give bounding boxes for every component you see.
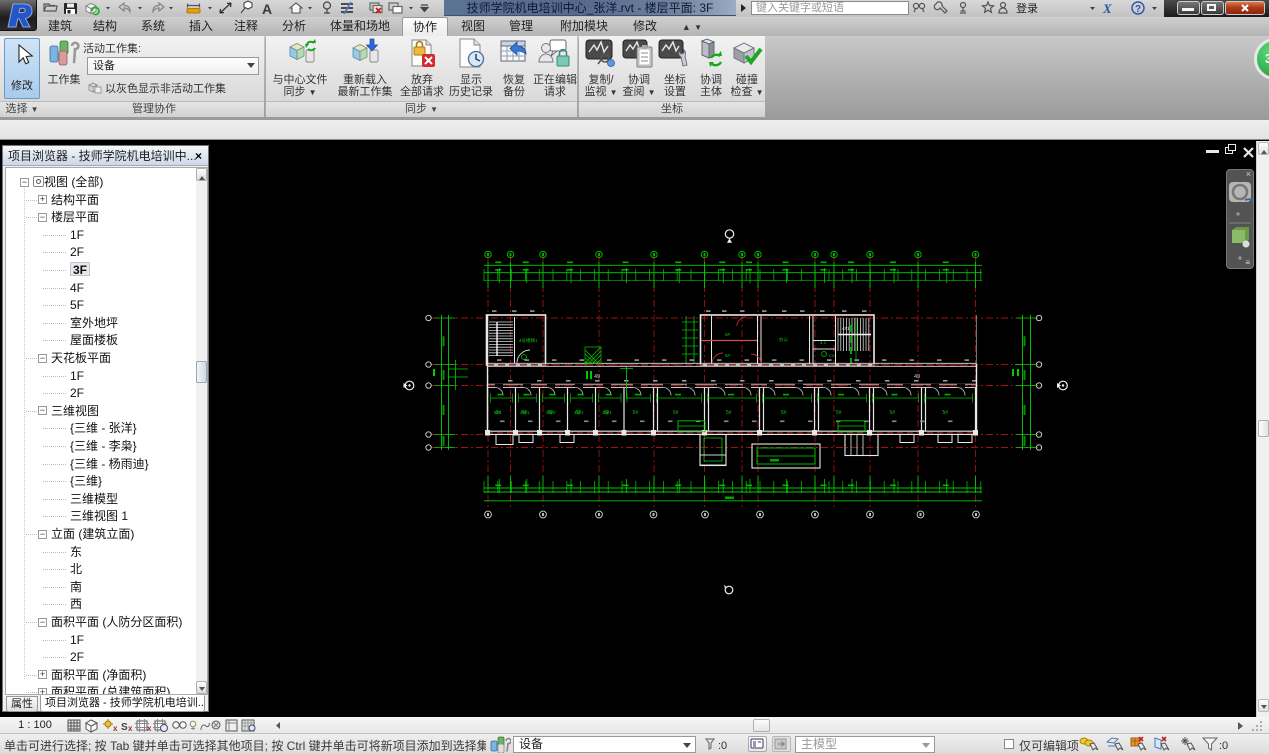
svg-text:办公: 办公 [779,336,788,343]
svg-text:5#: 5# [781,410,787,416]
svg-text:x: x [147,724,152,733]
svg-text:4.1: 4.1 [820,340,827,345]
svg-text:5#: 5# [725,353,731,358]
svg-text:5#: 5# [890,410,896,416]
svg-text:?: ? [1135,4,1141,15]
svg-text:C2: C2 [829,353,835,358]
svg-text:5#: 5# [673,410,679,416]
svg-text:x: x [113,724,118,733]
svg-text::0: :0 [718,740,727,752]
svg-text:5#1: 5#1 [494,410,502,415]
svg-text:X: X [1102,1,1112,16]
svg-text:5#: 5# [726,410,732,416]
svg-text:5#: 5# [836,410,842,416]
svg-text:4#1: 4#1 [842,326,850,331]
svg-text:登录: 登录 [1016,1,1038,15]
svg-text:49: 49 [914,374,920,380]
svg-text:5#: 5# [725,332,731,337]
svg-text:x: x [128,724,133,733]
svg-text:49: 49 [594,374,600,380]
svg-text:5#: 5# [633,410,639,416]
svg-text:S: S [121,722,128,733]
svg-text:4号楼梯1: 4号楼梯1 [519,337,538,344]
svg-text:5#: 5# [943,410,949,416]
svg-text::0: :0 [1219,740,1228,752]
svg-text:A: A [262,1,272,17]
